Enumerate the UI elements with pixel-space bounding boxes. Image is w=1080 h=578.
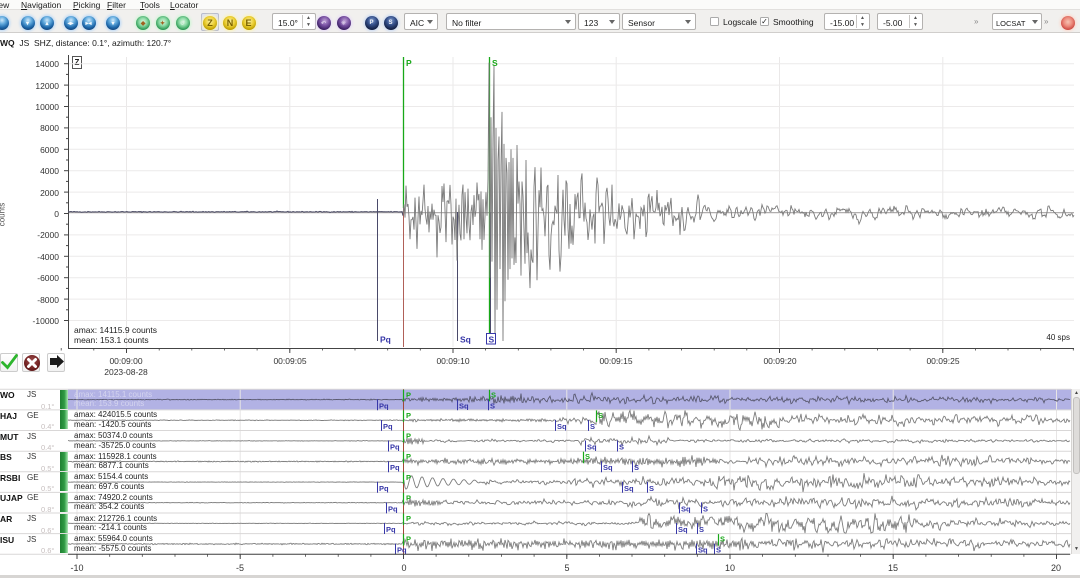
svg-text:S: S	[703, 504, 708, 513]
svg-text:Pq: Pq	[390, 463, 400, 472]
svg-text:S: S	[490, 401, 495, 410]
svg-text:Pq: Pq	[390, 443, 400, 452]
svg-text:Pq: Pq	[379, 484, 389, 493]
svg-text:P: P	[406, 535, 411, 544]
svg-text:Sq: Sq	[460, 335, 471, 345]
svg-text:Sq: Sq	[681, 504, 691, 513]
svg-text:S: S	[720, 535, 725, 544]
svg-text:S: S	[699, 525, 704, 534]
svg-text:Sq: Sq	[698, 546, 708, 555]
svg-text:Pq: Pq	[397, 546, 407, 555]
svg-text:Pq: Pq	[383, 422, 393, 431]
svg-text:P: P	[406, 473, 411, 482]
svg-text:Pq: Pq	[388, 504, 398, 513]
svg-text:Sq: Sq	[587, 443, 597, 452]
svg-text:S: S	[716, 546, 721, 555]
svg-text:P: P	[406, 514, 411, 523]
svg-text:P: P	[406, 390, 411, 399]
svg-text:P: P	[406, 452, 411, 461]
svg-text:Sq: Sq	[459, 401, 469, 410]
svg-text:S: S	[590, 422, 595, 431]
svg-text:Sq: Sq	[678, 525, 688, 534]
svg-text:Pq: Pq	[386, 525, 396, 534]
svg-text:S: S	[585, 452, 590, 461]
svg-text:Pq: Pq	[380, 335, 391, 345]
svg-text:Pq: Pq	[379, 401, 389, 410]
svg-text:S: S	[649, 484, 654, 493]
svg-text:Sq: Sq	[557, 422, 567, 431]
svg-text:S: S	[491, 390, 496, 399]
svg-text:P: P	[406, 432, 411, 441]
svg-text:S: S	[619, 443, 624, 452]
svg-text:S: S	[489, 335, 495, 345]
svg-text:Sq: Sq	[624, 484, 634, 493]
svg-text:P: P	[406, 493, 411, 502]
svg-text:P: P	[406, 58, 412, 68]
svg-text:S: S	[634, 463, 639, 472]
svg-text:S: S	[492, 58, 498, 68]
svg-text:P: P	[406, 411, 411, 420]
svg-text:S: S	[598, 411, 603, 420]
svg-text:Sq: Sq	[603, 463, 613, 472]
